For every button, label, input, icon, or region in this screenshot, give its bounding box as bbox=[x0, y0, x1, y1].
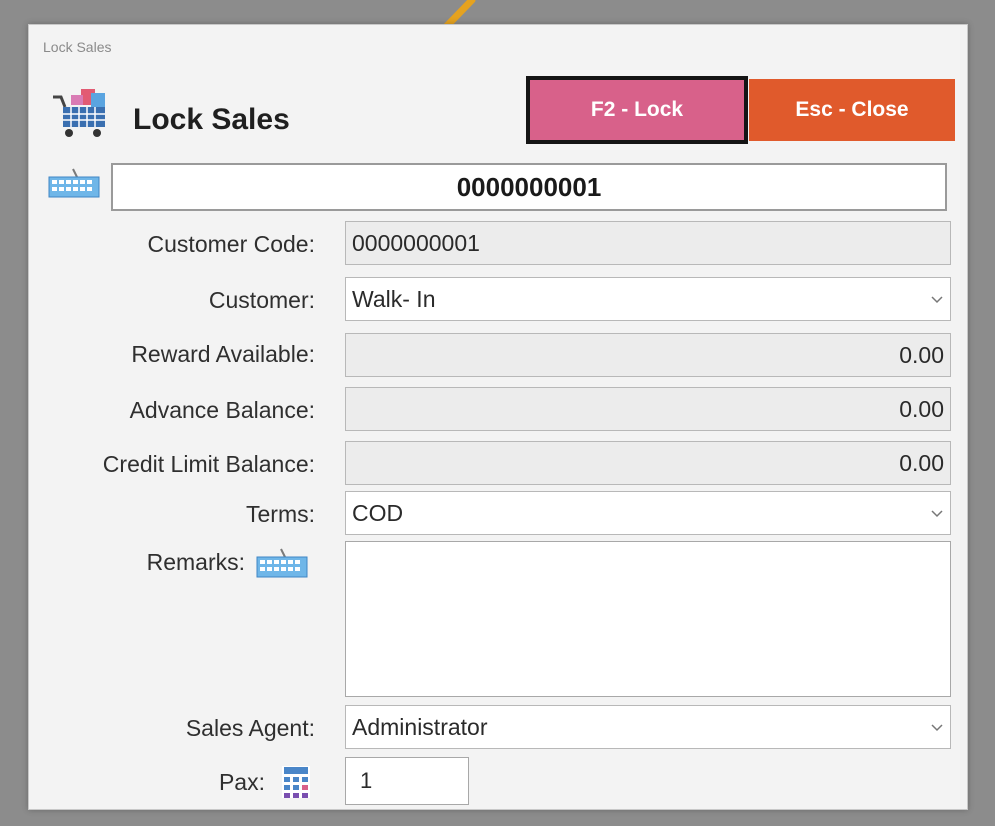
sales-agent-label: Sales Agent: bbox=[185, 715, 315, 741]
customer-code-field[interactable]: 0000000001 bbox=[345, 221, 951, 265]
lock-button[interactable]: F2 - Lock bbox=[526, 76, 748, 144]
dialog-title: Lock Sales bbox=[133, 103, 290, 136]
credit-limit-balance-field[interactable]: 0.00 bbox=[345, 441, 951, 485]
customer-value: Walk- In bbox=[352, 285, 436, 312]
reward-available-label: Reward Available: bbox=[131, 341, 315, 367]
sales-agent-value: Administrator bbox=[352, 713, 488, 740]
keyboard-icon[interactable] bbox=[255, 547, 309, 579]
close-button[interactable]: Esc - Close bbox=[749, 79, 955, 141]
remarks-textarea[interactable] bbox=[345, 541, 951, 697]
shopping-cart-icon bbox=[53, 89, 105, 137]
pax-input[interactable]: 1 bbox=[345, 757, 469, 805]
customer-code-label: Customer Code: bbox=[147, 231, 315, 257]
customer-label: Customer: bbox=[208, 287, 315, 313]
reward-available-field[interactable]: 0.00 bbox=[345, 333, 951, 377]
remarks-label: Remarks: bbox=[146, 549, 245, 575]
customer-select[interactable]: Walk- In bbox=[345, 277, 951, 321]
advance-balance-field[interactable]: 0.00 bbox=[345, 387, 951, 431]
terms-value: COD bbox=[352, 499, 404, 526]
chevron-down-icon bbox=[931, 724, 943, 732]
pax-label: Pax: bbox=[218, 769, 265, 795]
terms-select[interactable]: COD bbox=[345, 491, 951, 535]
window-title: Lock Sales bbox=[43, 39, 112, 55]
keyboard-icon[interactable] bbox=[47, 167, 101, 199]
calculator-icon[interactable] bbox=[281, 765, 311, 799]
transaction-number-field[interactable]: 0000000001 bbox=[111, 163, 947, 211]
lock-sales-dialog: Lock Sales Lock Sales F2 - Lock Esc - Cl… bbox=[28, 24, 968, 810]
credit-limit-balance-label: Credit Limit Balance: bbox=[102, 451, 315, 477]
advance-balance-label: Advance Balance: bbox=[129, 397, 315, 423]
sales-agent-select[interactable]: Administrator bbox=[345, 705, 951, 749]
chevron-down-icon bbox=[931, 510, 943, 518]
chevron-down-icon bbox=[931, 296, 943, 304]
terms-label: Terms: bbox=[246, 501, 315, 527]
